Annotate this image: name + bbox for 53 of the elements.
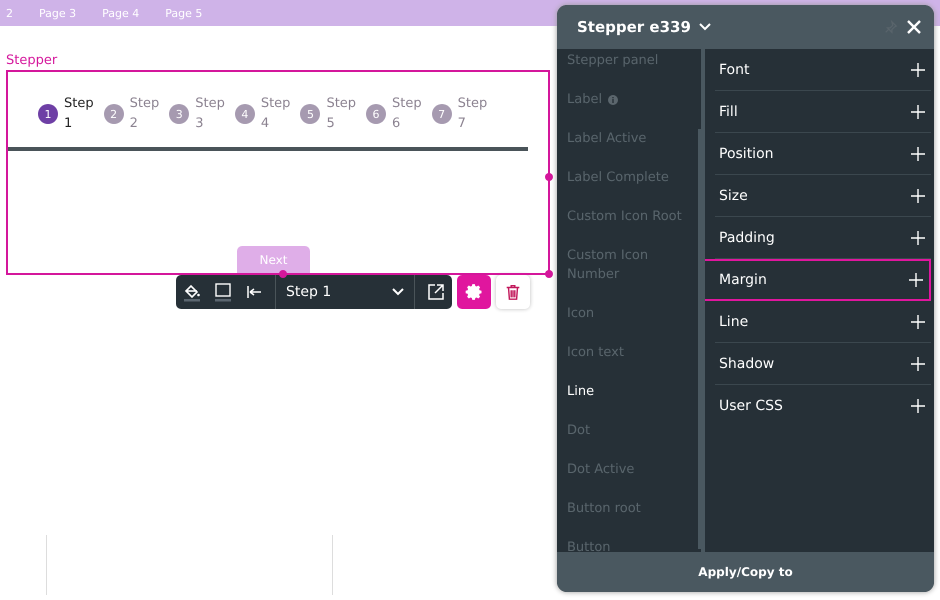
style-part-item[interactable]: Line [567,372,701,411]
apply-copy-button[interactable]: Apply/Copy to [557,552,934,592]
plus-icon [911,356,925,370]
step-number-circle[interactable]: 3 [169,104,190,124]
border-icon[interactable] [213,282,233,302]
step-number-circle[interactable]: 4 [234,104,255,124]
property-row[interactable]: Padding [715,217,931,259]
delete-button[interactable] [496,275,530,309]
step-number-circle[interactable]: 2 [104,104,124,124]
plus-icon [911,146,925,160]
chevron-down-icon [392,288,404,296]
resize-handle[interactable] [545,173,553,181]
next-button[interactable]: Next [237,246,310,273]
step-label: Step 3 [195,95,225,133]
plus-icon [911,230,925,244]
element-caption: Stepper [6,53,58,68]
property-row[interactable]: Shadow [715,343,931,385]
step-number-circle[interactable]: 5 [300,104,320,124]
step-number-circle[interactable]: 6 [366,104,386,124]
page-tab[interactable]: 2 [6,6,13,20]
plus-icon [911,399,925,413]
plus-icon [911,62,925,76]
panel-title[interactable]: Stepper e339 [577,18,691,36]
close-icon[interactable] [906,19,922,35]
plus-icon [909,273,923,287]
trash-icon [504,282,522,302]
step-label: Step 6 [392,95,422,133]
page-tab[interactable]: Page 3 [39,6,76,20]
step-select[interactable]: Step 1 [275,275,415,309]
step-label: Step 5 [326,95,356,133]
property-row[interactable]: Fill [715,91,931,133]
property-row[interactable]: Size [715,175,931,217]
property-row[interactable]: Position [715,133,931,175]
step-label: Step 7 [458,95,488,133]
plus-icon [911,104,925,118]
step-number-circle[interactable]: 7 [432,104,452,124]
paint-bucket-icon[interactable] [182,282,202,302]
step-number-circle[interactable]: 1 [38,104,58,124]
page-tab[interactable]: Page 5 [165,6,202,20]
step-label: Step 2 [130,95,160,133]
external-link-icon[interactable] [426,282,446,302]
property-row[interactable]: Line [715,301,931,343]
settings-button[interactable] [457,275,491,309]
resize-handle[interactable] [545,270,553,278]
step-label: Step 1 [64,95,94,133]
settings-icon [464,282,484,302]
plus-icon [911,314,925,328]
step-label: Step 4 [260,95,290,133]
plus-icon [911,188,925,202]
property-row[interactable]: User CSS [715,385,931,427]
chevron-down-icon[interactable] [698,23,711,31]
page-tab[interactable]: Page 4 [102,6,140,20]
property-row[interactable]: Font [715,49,931,91]
